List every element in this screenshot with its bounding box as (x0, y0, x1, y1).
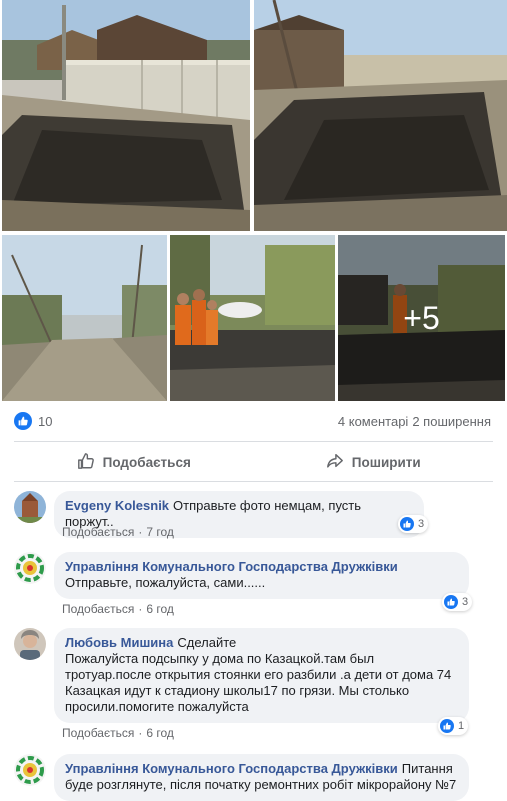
comment-like-link[interactable]: Подобається (62, 726, 134, 740)
comment-text: Сделайте (177, 635, 237, 650)
post-photo-grid: +5 (0, 0, 507, 404)
share-arrow-icon (326, 452, 344, 473)
share-button-label: Поширити (351, 454, 421, 470)
comment-reactions[interactable]: 3 (398, 515, 429, 533)
thumbs-up-icon (77, 452, 95, 473)
photo-street-repair-2[interactable] (254, 0, 507, 231)
post-stats: 10 4 коментарі 2 поширення (14, 408, 491, 434)
like-reaction-icon (444, 595, 458, 609)
divider (14, 441, 493, 442)
reaction-count: 3 (462, 596, 469, 608)
comment-author[interactable]: Управління Комунального Господарства Дру… (65, 559, 454, 575)
avatar[interactable] (14, 628, 46, 660)
shares-count[interactable]: 2 поширення (412, 414, 491, 429)
like-button[interactable]: Подобається (14, 446, 254, 478)
avatar[interactable] (14, 491, 46, 523)
divider (14, 481, 493, 482)
comment-text-body: Пожалуйста подсыпку у дома по Казацкой.т… (65, 651, 452, 714)
comment-item: Любовь Мишина Сделайте Пожалуйста подсыпк… (14, 628, 487, 746)
comment-timestamp[interactable]: 7 год (146, 525, 174, 539)
share-button[interactable]: Поширити (254, 446, 494, 478)
comment-author[interactable]: Evgeny Kolesnik (65, 498, 169, 513)
likes-count[interactable]: 10 (38, 414, 52, 429)
comment-item: Управління Комунального Господарства Дру… (14, 552, 487, 622)
photo-road-workers[interactable] (170, 235, 335, 401)
comment-author[interactable]: Любовь Мишина (65, 635, 173, 650)
like-button-label: Подобається (102, 454, 191, 470)
comment-bubble: Любовь Мишина Сделайте Пожалуйста подсыпк… (54, 628, 469, 723)
reaction-count: 1 (458, 720, 465, 732)
more-photos-overlay[interactable]: +5 (338, 235, 505, 401)
comment-meta: Подобається · 7 год (62, 525, 174, 539)
comment-timestamp[interactable]: 6 год (146, 602, 174, 616)
photo-asphalt-truck[interactable]: +5 (338, 235, 505, 401)
comment-reactions[interactable]: 1 (438, 717, 469, 735)
avatar[interactable] (14, 552, 46, 584)
comment-bubble: Управління Комунального Господарства Дру… (54, 552, 469, 599)
like-reaction-icon (400, 517, 414, 531)
comment-author[interactable]: Управління Комунального Господарства Дру… (65, 761, 398, 776)
comments-count[interactable]: 4 коментарі (338, 414, 408, 429)
reaction-count: 3 (418, 518, 425, 530)
comment-meta: Подобається · 6 год (62, 726, 174, 740)
comment-like-link[interactable]: Подобається (62, 602, 134, 616)
comment-timestamp[interactable]: 6 год (146, 726, 174, 740)
comment-reactions[interactable]: 3 (442, 593, 473, 611)
comment-meta: Подобається · 6 год (62, 602, 174, 616)
comment-text: Отправьте, пожалуйста, сами...... (65, 575, 266, 590)
comment-bubble: Управління Комунального Господарства Дру… (54, 754, 469, 801)
comment-item: Управління Комунального Господарства Дру… (14, 754, 487, 801)
like-reaction-icon (440, 719, 454, 733)
avatar[interactable] (14, 754, 46, 786)
photo-street-repair-1[interactable] (2, 0, 250, 231)
comment-like-link[interactable]: Подобається (62, 525, 134, 539)
photo-street-repair-3[interactable] (2, 235, 167, 401)
comment-item: Evgeny Kolesnik Отправьте фото немцам, пу… (14, 491, 487, 543)
like-reaction-icon (14, 412, 32, 430)
post-actions: Подобається Поширити (14, 446, 493, 478)
